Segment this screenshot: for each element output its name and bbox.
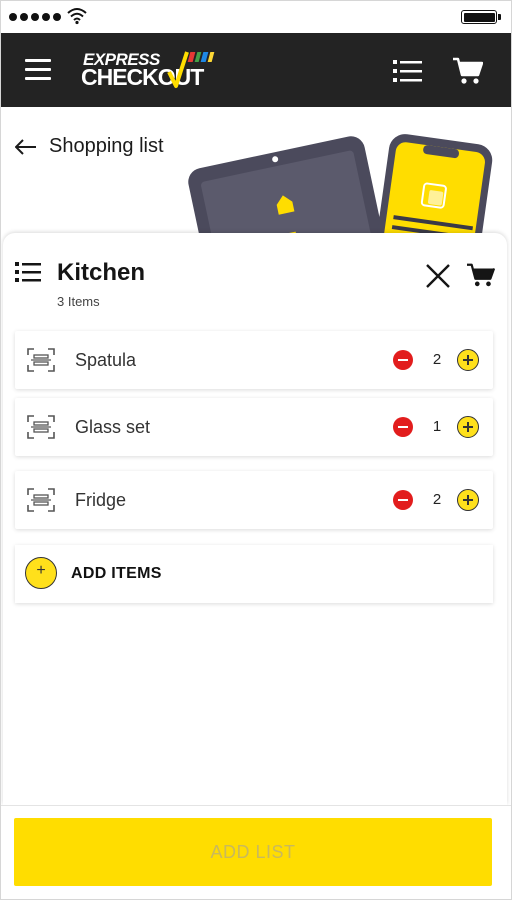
item-name: Fridge: [75, 490, 127, 510]
checkout-cart-button[interactable]: [467, 261, 495, 289]
item-name: Spatula: [75, 350, 137, 370]
wifi-icon: [67, 8, 87, 25]
battery-icon: [461, 10, 501, 24]
list-view-button[interactable]: [393, 59, 423, 83]
devices-illustration: [188, 134, 493, 237]
list-header: Kitchen 3 Items: [15, 259, 495, 319]
plus-circle-icon[interactable]: [457, 349, 479, 371]
logo-color-stripes: [187, 52, 215, 62]
item-quantity: 1: [432, 418, 442, 435]
cart-icon: [467, 263, 495, 287]
plus-circle-icon[interactable]: [457, 416, 479, 438]
hamburger-menu-icon: [25, 59, 51, 62]
item-quantity: 2: [432, 351, 442, 368]
close-icon: [426, 264, 450, 288]
page-header: Shopping list: [1, 107, 511, 237]
add-list-button[interactable]: ADD LIST: [14, 818, 492, 886]
plus-glyph: +: [36, 562, 46, 579]
add-items-button[interactable]: + ADD ITEMS: [15, 545, 493, 603]
page-title: Shopping list: [49, 135, 164, 157]
list-icon: [393, 60, 422, 82]
express-checkout-logo: EXPRESS CHECKOUT: [81, 50, 221, 94]
list-icon: [15, 262, 41, 282]
plus-circle-icon: +: [25, 557, 57, 589]
minus-circle-icon[interactable]: [393, 350, 413, 370]
signal-strength-icon: [9, 13, 61, 21]
list-item: Glass set 1: [15, 398, 493, 456]
menu-button[interactable]: [23, 55, 53, 85]
minus-circle-icon[interactable]: [393, 490, 413, 510]
plus-circle-icon[interactable]: [457, 489, 479, 511]
close-button[interactable]: [425, 263, 451, 289]
list-item: Fridge 2: [15, 471, 493, 529]
bottom-bar: ADD LIST: [1, 805, 511, 899]
barcode-scan-icon: [27, 415, 55, 439]
shopping-list-card: Kitchen 3 Items Spatula 2 Glass set 1 Fr…: [3, 233, 507, 805]
arrow-left-icon: [15, 138, 36, 155]
add-items-label: ADD ITEMS: [71, 565, 162, 582]
back-button[interactable]: Shopping list: [15, 135, 164, 158]
cart-icon: [453, 57, 483, 84]
item-quantity: 2: [432, 491, 442, 508]
status-bar: [1, 1, 511, 33]
minus-circle-icon[interactable]: [393, 417, 413, 437]
cart-button[interactable]: [453, 57, 483, 85]
item-count: 3 Items: [57, 294, 100, 309]
app-frame: EXPRESS CHECKOUT Shopping list Kitchen 3…: [0, 0, 512, 900]
item-name: Glass set: [75, 417, 151, 437]
barcode-scan-icon: [27, 348, 55, 372]
app-bar: EXPRESS CHECKOUT: [1, 33, 511, 107]
logo-checkmark-icon: [167, 51, 189, 88]
list-title: Kitchen: [57, 259, 146, 286]
barcode-scan-icon: [27, 488, 55, 512]
list-item: Spatula 2: [15, 331, 493, 389]
